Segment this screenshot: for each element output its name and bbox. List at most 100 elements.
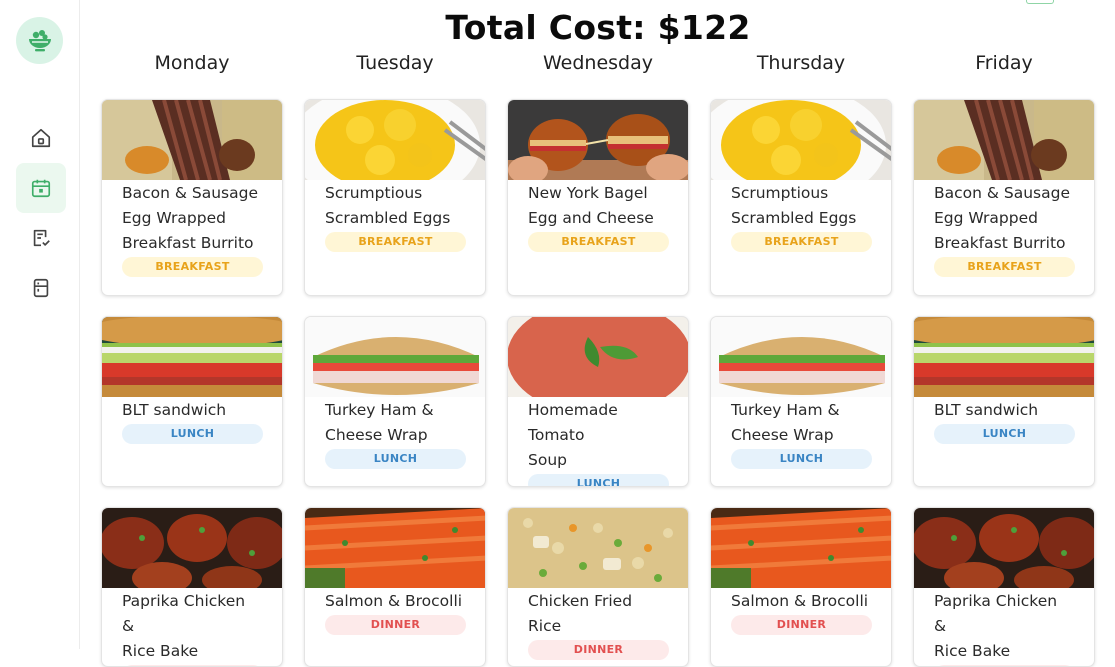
meal-title-line: Bacon & Sausage [934, 184, 1071, 202]
sidebar [0, 0, 80, 649]
salmon-image [711, 508, 891, 588]
meal-title-line: Chicken Fried Rice [528, 592, 633, 635]
nav-shopping-list[interactable] [16, 213, 66, 263]
meal-title-line: Scrumptious [325, 184, 423, 202]
home-icon [31, 128, 51, 148]
sub-sandwich-image [305, 317, 485, 397]
meal-plan-main: Total Cost: $122 Monday Tuesday Wednesda… [81, 0, 1115, 667]
meal-card-breakfast-thursday[interactable]: Scrumptious Scrambled Eggs BREAKFAST [710, 99, 892, 296]
meal-type-badge: BREAKFAST [528, 232, 669, 252]
day-monday: Monday [154, 52, 230, 74]
meal-type-badge: BREAKFAST [122, 257, 263, 277]
meal-type-badge: BREAKFAST [731, 232, 872, 252]
meal-title-line: Paprika Chicken & [934, 592, 1058, 635]
meal-card-dinner-thursday[interactable]: Salmon & Brocolli DINNER [710, 507, 892, 667]
meal-card-body: BLT sandwich LUNCH [102, 397, 282, 444]
meal-title-line: BLT sandwich [934, 401, 1039, 419]
meal-card-body: Scrumptious Scrambled Eggs BREAKFAST [711, 180, 891, 252]
day-tuesday: Tuesday [356, 52, 434, 74]
bagel-image [508, 100, 688, 180]
meal-title-line: Rice Bake [122, 642, 199, 660]
meal-card-body: Paprika Chicken &Rice BakeDINNER [102, 588, 282, 666]
nav-pantry[interactable] [16, 263, 66, 313]
meal-card-dinner-wednesday[interactable]: Chicken Fried Rice DINNER [507, 507, 689, 667]
scrambled-eggs-image [305, 100, 485, 180]
meal-title-line: Egg and Cheese [528, 209, 654, 227]
meal-card-body: New York Bagel Egg and Cheese BREAKFAST [508, 180, 688, 252]
paprika-chicken-image [102, 508, 282, 588]
meal-title-line: Scrambled Eggs [325, 209, 451, 227]
sub-sandwich-image [711, 317, 891, 397]
meal-type-badge: BREAKFAST [325, 232, 466, 252]
meal-title-line: Scrumptious [731, 184, 829, 202]
meal-card-lunch-tuesday[interactable]: Turkey Ham & Cheese Wrap LUNCH [304, 316, 486, 487]
meal-card-body: Scrumptious Scrambled Eggs BREAKFAST [305, 180, 485, 252]
meal-title-line: Turkey Ham & [325, 401, 434, 419]
nav-meal-plan[interactable] [16, 163, 66, 213]
meal-card-body: Bacon & Sausage Egg Wrapped Breakfast Burr… [102, 180, 282, 277]
meal-card-body: Salmon & Brocolli DINNER [711, 588, 891, 635]
meal-card-dinner-friday[interactable]: Paprika Chicken &Rice BakeDINNER [913, 507, 1095, 667]
meal-title-line: Egg Wrapped [122, 209, 226, 227]
meal-type-badge: DINNER [528, 640, 669, 660]
burrito-image [914, 100, 1094, 180]
app-logo[interactable] [16, 17, 63, 64]
meal-title-line: BLT sandwich [122, 401, 227, 419]
paprika-chicken-image [914, 508, 1094, 588]
calendar-icon [31, 179, 51, 198]
nav-home[interactable] [16, 113, 66, 163]
meal-title-line: Cheese Wrap [731, 426, 834, 444]
meal-card-lunch-thursday[interactable]: Turkey Ham & Cheese Wrap LUNCH [710, 316, 892, 487]
meal-card-lunch-wednesday[interactable]: Homemade Tomato Soup LUNCH [507, 316, 689, 487]
blt-image [102, 317, 282, 397]
salmon-image [305, 508, 485, 588]
tomato-soup-image [508, 317, 688, 397]
meal-type-badge: LUNCH [528, 474, 669, 486]
meal-title-line: Breakfast Burrito [934, 234, 1066, 252]
meal-type-badge: DINNER [325, 615, 466, 635]
fridge-icon [33, 278, 49, 298]
meal-card-body: BLT sandwich LUNCH [914, 397, 1094, 444]
meal-card-body: Salmon & Brocolli DINNER [305, 588, 485, 635]
fried-rice-image [508, 508, 688, 588]
meal-title-line: Soup [528, 451, 567, 469]
total-cost: Total Cost: $122 [445, 8, 751, 47]
checklist-icon [33, 229, 50, 247]
meal-card-lunch-friday[interactable]: BLT sandwich LUNCH [913, 316, 1095, 487]
meal-title-line: Salmon & Brocolli [325, 592, 463, 610]
day-thursday: Thursday [756, 52, 846, 74]
blt-image [914, 317, 1094, 397]
meal-title-line: Bacon & Sausage [122, 184, 259, 202]
meal-card-body: Turkey Ham & Cheese Wrap LUNCH [711, 397, 891, 469]
meal-type-badge: DINNER [731, 615, 872, 635]
day-friday: Friday [975, 52, 1033, 74]
scrambled-eggs-image [711, 100, 891, 180]
meal-title-line: Cheese Wrap [325, 426, 428, 444]
salad-bowl-icon [28, 29, 51, 51]
meal-type-badge: LUNCH [122, 424, 263, 444]
meal-title-line: Egg Wrapped [934, 209, 1038, 227]
meal-type-badge: BREAKFAST [934, 257, 1075, 277]
meal-card-breakfast-friday[interactable]: Bacon & Sausage Egg Wrapped Breakfast Burr… [913, 99, 1095, 296]
meal-card-body: Paprika Chicken &Rice BakeDINNER [914, 588, 1094, 666]
meal-card-body: Bacon & Sausage Egg Wrapped Breakfast Burr… [914, 180, 1094, 277]
meal-card-breakfast-monday[interactable]: Bacon & Sausage Egg Wrapped Breakfast Burr… [101, 99, 283, 296]
meal-card-body: Turkey Ham & Cheese Wrap LUNCH [305, 397, 485, 469]
meal-title-line: Paprika Chicken & [122, 592, 246, 635]
meal-type-badge: LUNCH [731, 449, 872, 469]
meal-title-line: Salmon & Brocolli [731, 592, 869, 610]
meal-card-dinner-tuesday[interactable]: Salmon & Brocolli DINNER [304, 507, 486, 667]
meal-card-lunch-monday[interactable]: BLT sandwich LUNCH [101, 316, 283, 487]
meal-title-line: Rice Bake [934, 642, 1011, 660]
meal-card-dinner-monday[interactable]: Paprika Chicken &Rice BakeDINNER [101, 507, 283, 667]
meal-title-line: Breakfast Burrito [122, 234, 254, 252]
meal-title-line: Homemade Tomato [528, 401, 618, 444]
meal-type-badge: LUNCH [934, 424, 1075, 444]
meal-title-line: Turkey Ham & [731, 401, 840, 419]
meal-card-breakfast-tuesday[interactable]: Scrumptious Scrambled Eggs BREAKFAST [304, 99, 486, 296]
meal-title-line: Scrambled Eggs [731, 209, 857, 227]
meal-card-body: Homemade Tomato Soup LUNCH [508, 397, 688, 486]
meal-card-breakfast-wednesday[interactable]: New York Bagel Egg and Cheese BREAKFAST [507, 99, 689, 296]
day-wednesday: Wednesday [542, 52, 653, 74]
meal-type-badge: LUNCH [325, 449, 466, 469]
